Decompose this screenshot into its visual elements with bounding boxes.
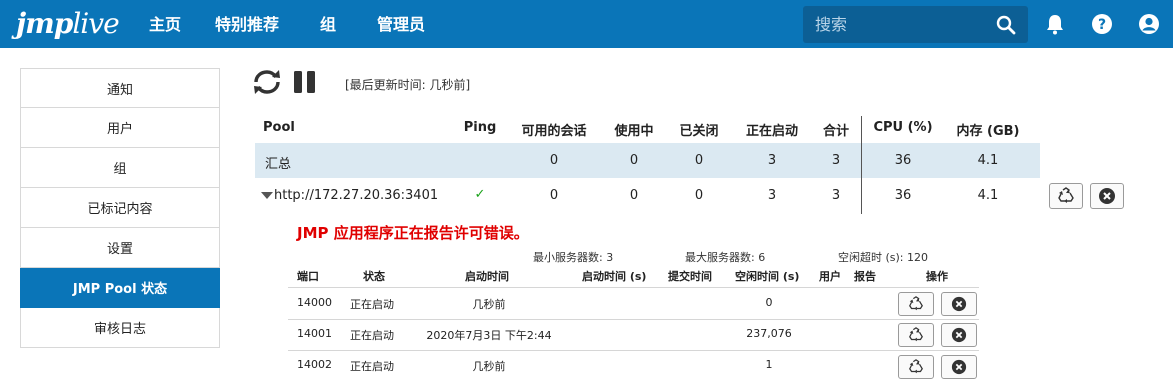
- column-divider: [861, 116, 862, 214]
- server-row-port: 14002: [297, 358, 332, 371]
- server-col-port: 端口: [297, 270, 319, 283]
- pool-total: 3: [831, 188, 841, 203]
- server-row-status: 正在启动: [350, 329, 394, 342]
- row-divider: [288, 350, 979, 351]
- pool-memory: 4.1: [977, 188, 999, 203]
- server-col-start-seconds: 启动时间 (s): [582, 270, 647, 283]
- jmp-live-logo[interactable]: jmplive: [16, 7, 120, 41]
- server-row-start-time: 几秒前: [472, 298, 506, 311]
- min-servers-text: 最小服务器数: 3: [533, 251, 614, 264]
- sidebar-item-notifications[interactable]: 通知: [20, 68, 220, 108]
- nav-featured[interactable]: 特别推荐: [215, 0, 279, 48]
- recycle-icon: [909, 359, 923, 374]
- pool-in-use: 0: [629, 188, 639, 203]
- server-row-idle: 237,076: [746, 327, 792, 340]
- server-col-idle-seconds: 空闲时间 (s): [735, 270, 800, 283]
- nav-groups[interactable]: 组: [320, 0, 336, 48]
- server-row-status: 正在启动: [350, 360, 394, 373]
- bell-icon[interactable]: [1044, 13, 1066, 35]
- search-box: [803, 6, 1028, 43]
- col-header-ping: Ping: [463, 120, 497, 135]
- svg-text:?: ?: [1098, 17, 1106, 33]
- sidebar-item-audit-log[interactable]: 审核日志: [20, 308, 220, 348]
- server-row-port: 14000: [297, 296, 332, 309]
- col-header-available: 可用的会话: [521, 124, 587, 139]
- summary-cpu: 36: [894, 153, 912, 168]
- pool-cpu: 36: [894, 188, 912, 203]
- last-updated-text: [最后更新时间: 几秒前]: [345, 78, 471, 92]
- server-col-report: 报告: [854, 270, 876, 283]
- top-bar: jmplive 主页 特别推荐 组 管理员 ?: [0, 0, 1173, 48]
- close-circle-icon: [951, 359, 967, 375]
- server-recycle-button[interactable]: [898, 323, 934, 347]
- server-recycle-button[interactable]: [898, 292, 934, 316]
- logo-light-text: live: [72, 7, 119, 40]
- nav-admin[interactable]: 管理员: [377, 0, 425, 48]
- server-col-start-time: 启动时间: [465, 270, 509, 283]
- server-row-port: 14001: [297, 327, 332, 340]
- idle-timeout-text: 空闲超时 (s): 120: [838, 251, 929, 264]
- pause-icon[interactable]: [293, 70, 317, 94]
- server-row-idle: 0: [765, 296, 773, 309]
- server-row-start-time: 几秒前: [472, 360, 506, 373]
- recycle-icon: [1058, 187, 1074, 203]
- server-row-status: 正在启动: [350, 298, 394, 311]
- pool-starting: 3: [767, 188, 777, 203]
- sidebar-item-settings[interactable]: 设置: [20, 228, 220, 268]
- recycle-icon: [909, 327, 923, 342]
- close-circle-icon: [951, 296, 967, 312]
- search-input[interactable]: [803, 6, 988, 43]
- refresh-icon[interactable]: [250, 68, 284, 96]
- pool-closed: 0: [694, 188, 704, 203]
- recycle-icon: [909, 296, 923, 311]
- server-col-user: 用户: [819, 270, 841, 283]
- col-header-cpu: CPU (%): [873, 120, 933, 135]
- sidebar-item-jmp-pool-status[interactable]: JMP Pool 状态: [20, 268, 220, 308]
- sidebar-item-users[interactable]: 用户: [20, 108, 220, 148]
- summary-total: 3: [831, 153, 841, 168]
- max-servers-text: 最大服务器数: 6: [685, 251, 766, 264]
- user-avatar-icon[interactable]: [1138, 13, 1160, 35]
- search-icon[interactable]: [996, 15, 1016, 35]
- server-row-idle: 1: [765, 358, 773, 371]
- server-close-button[interactable]: [941, 292, 977, 316]
- sidebar-item-flagged-content[interactable]: 已标记内容: [20, 188, 220, 228]
- nav-home[interactable]: 主页: [149, 0, 181, 48]
- summary-in-use: 0: [629, 153, 639, 168]
- sidebar-item-groups[interactable]: 组: [20, 148, 220, 188]
- summary-available: 0: [549, 153, 559, 168]
- server-col-status: 状态: [363, 270, 385, 283]
- pool-available: 0: [549, 188, 559, 203]
- server-recycle-button[interactable]: [898, 355, 934, 379]
- col-header-pool: Pool: [263, 120, 295, 135]
- help-icon[interactable]: ?: [1091, 13, 1113, 35]
- license-error-message: JMP 应用程序正在报告许可错误。: [297, 224, 529, 242]
- summary-starting: 3: [767, 153, 777, 168]
- server-col-submit-time: 提交时间: [668, 270, 712, 283]
- col-header-closed: 已关闭: [679, 124, 719, 139]
- col-header-in-use: 使用中: [614, 124, 654, 139]
- ping-ok-icon: ✓: [474, 187, 486, 202]
- col-header-starting: 正在启动: [745, 124, 798, 139]
- close-circle-icon: [951, 327, 967, 343]
- admin-sidebar: 通知 用户 组 已标记内容 设置 JMP Pool 状态 审核日志: [20, 68, 220, 348]
- summary-memory: 4.1: [977, 153, 999, 168]
- row-divider: [288, 319, 979, 320]
- summary-closed: 0: [694, 153, 704, 168]
- pool-url[interactable]: http://172.27.20.36:3401: [274, 188, 438, 203]
- server-close-button[interactable]: [941, 323, 977, 347]
- row-divider: [288, 287, 979, 288]
- server-row-start-time: 2020年7月3日 下午2:44: [426, 329, 552, 342]
- col-header-total: 合计: [822, 124, 849, 139]
- close-circle-icon: [1099, 188, 1115, 204]
- pool-close-button[interactable]: [1090, 183, 1124, 209]
- server-col-actions: 操作: [926, 270, 948, 283]
- col-header-memory: 内存 (GB): [956, 124, 1020, 139]
- logo-bold-text: jmp: [16, 7, 73, 40]
- summary-label: 汇总: [265, 157, 292, 172]
- server-close-button[interactable]: [941, 355, 977, 379]
- expand-caret-icon[interactable]: [261, 192, 273, 200]
- pool-recycle-button[interactable]: [1049, 183, 1083, 209]
